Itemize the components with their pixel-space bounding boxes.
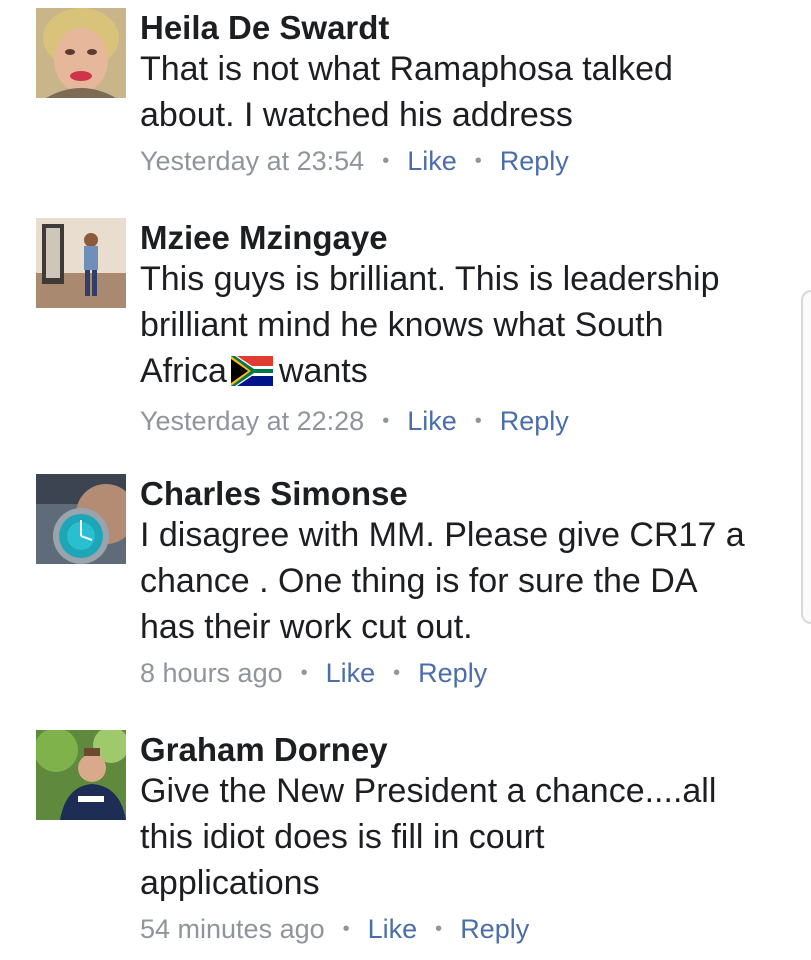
comment-text-line: I disagree with MM. Please give CR17 a	[140, 516, 745, 554]
comment-text: This guys is brilliant. This is leadersh…	[140, 256, 790, 398]
reply-button[interactable]: Reply	[500, 146, 569, 176]
comment-text-line: chance . One thing is for sure the DA	[140, 562, 698, 600]
separator-dot: •	[300, 662, 308, 684]
separator-dot: •	[382, 410, 390, 432]
scrollbar[interactable]	[801, 290, 811, 624]
comment-text-line: has their work cut out.	[140, 608, 473, 646]
separator-dot: •	[435, 918, 443, 940]
comment-author[interactable]: Charles Simonse	[140, 474, 790, 514]
comment-text-line: about. I watched his address	[140, 96, 573, 134]
comment-text-line: This guys is brilliant. This is leadersh…	[140, 260, 720, 298]
comment-text-fragment: Africa	[140, 352, 227, 390]
comment-author[interactable]: Heila De Swardt	[140, 8, 790, 48]
separator-dot: •	[393, 662, 401, 684]
like-button[interactable]: Like	[326, 658, 376, 688]
comment-text: Give the New President a chance....all t…	[140, 768, 790, 906]
avatar[interactable]	[36, 474, 126, 564]
avatar-photo-icon	[36, 8, 126, 98]
avatar[interactable]	[36, 218, 126, 308]
like-button[interactable]: Like	[407, 406, 457, 436]
comment-text: That is not what Ramaphosa talked about.…	[140, 46, 790, 138]
avatar-photo-icon	[36, 730, 126, 820]
reply-button[interactable]: Reply	[500, 406, 569, 436]
comment-text-line: That is not what Ramaphosa talked	[140, 50, 673, 88]
reply-button[interactable]: Reply	[460, 914, 529, 944]
separator-dot: •	[342, 918, 350, 940]
comment-text-line: Give the New President a chance....all	[140, 772, 717, 810]
comment-author[interactable]: Mziee Mzingaye	[140, 218, 790, 258]
avatar[interactable]	[36, 8, 126, 98]
separator-dot: •	[382, 150, 390, 172]
comment-meta: Yesterday at 23:54 • Like • Reply	[140, 144, 790, 178]
comment-text-line: applications	[140, 864, 320, 902]
comment-text-fragment: wants	[278, 352, 368, 390]
reply-button[interactable]: Reply	[418, 658, 487, 688]
like-button[interactable]: Like	[407, 146, 457, 176]
comment-meta: Yesterday at 22:28 • Like • Reply	[140, 404, 790, 438]
separator-dot: •	[474, 150, 482, 172]
avatar-photo-icon	[36, 218, 126, 308]
comment-meta: 8 hours ago • Like • Reply	[140, 656, 790, 690]
comment-timestamp: Yesterday at 23:54	[140, 146, 365, 176]
comment-text-line: Africa wants	[140, 348, 790, 398]
comment-timestamp: Yesterday at 22:28	[140, 406, 365, 436]
comment-author[interactable]: Graham Dorney	[140, 730, 790, 770]
avatar[interactable]	[36, 730, 126, 820]
comment-meta: 54 minutes ago • Like • Reply	[140, 912, 790, 946]
comment-timestamp: 54 minutes ago	[140, 914, 325, 944]
separator-dot: •	[474, 410, 482, 432]
comment-text-line: this idiot does is fill in court	[140, 818, 545, 856]
avatar-photo-icon	[36, 474, 126, 564]
like-button[interactable]: Like	[368, 914, 418, 944]
south-africa-flag-icon	[230, 352, 273, 398]
comment-text-line: brilliant mind he knows what South	[140, 306, 664, 344]
comment-timestamp: 8 hours ago	[140, 658, 283, 688]
comment-text: I disagree with MM. Please give CR17 a c…	[140, 512, 790, 650]
